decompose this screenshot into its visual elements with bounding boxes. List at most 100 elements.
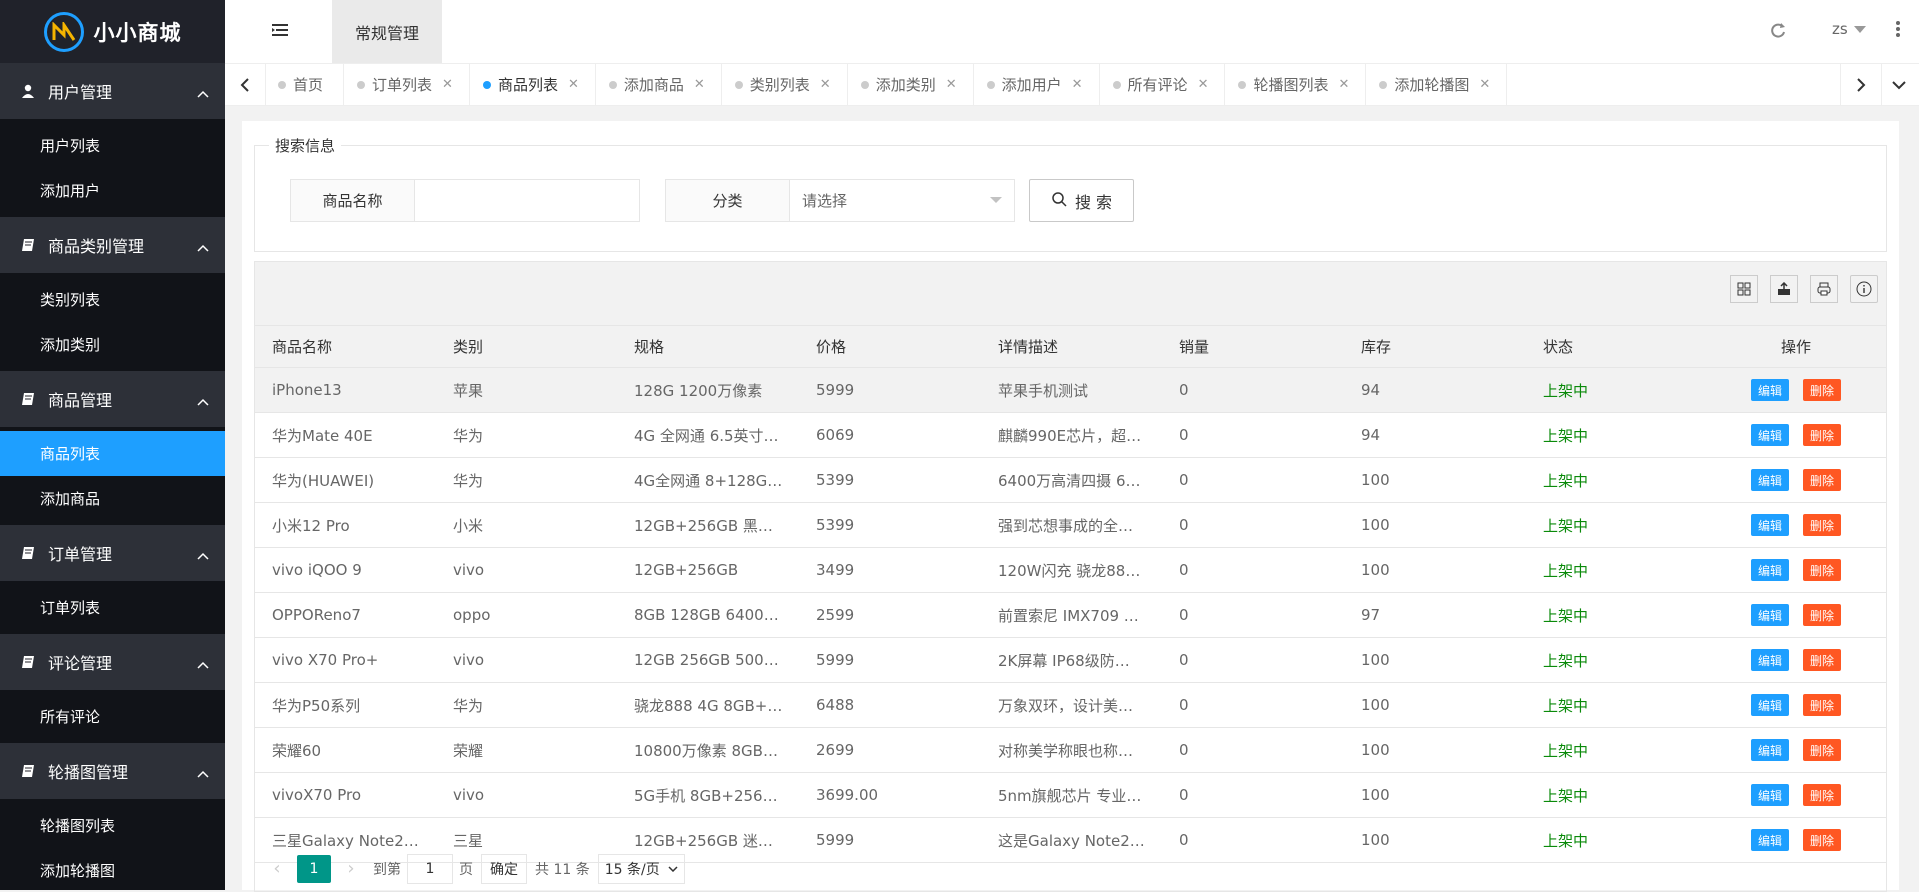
column-header[interactable]: 规格	[617, 326, 799, 367]
sidebar-item[interactable]: 类别列表	[0, 277, 225, 322]
column-header[interactable]: 商品名称	[255, 326, 436, 367]
edit-button[interactable]: 编辑	[1750, 559, 1789, 581]
table-row[interactable]: OPPOReno7 oppo 8GB 128GB 6400… 2599 前置索尼 IMX…	[255, 593, 1886, 638]
page-tab[interactable]: 轮播图列表 ✕	[1225, 64, 1367, 105]
sidebar-group-header[interactable]: 轮播图管理	[0, 743, 225, 799]
cell-sales-text: 0	[1179, 561, 1189, 579]
delete-button[interactable]: 删除	[1803, 694, 1842, 716]
close-icon[interactable]: ✕	[442, 77, 453, 92]
close-icon[interactable]: ✕	[694, 77, 705, 92]
brand-name: 小小商城	[93, 20, 182, 45]
table-row[interactable]: vivo iQOO 9 vivo 12GB+256GB 3499 120W闪充 骁龙88…	[255, 548, 1886, 593]
page-tab[interactable]: 添加商品 ✕	[596, 64, 722, 105]
table-row[interactable]: 小米12 Pro 小米 12GB+256GB 黑… 5399 强到芯想事成的全… 0 100…	[255, 503, 1886, 548]
table-row[interactable]: vivo X70 Pro+ vivo 12GB 256GB 500… 5999 2K屏幕…	[255, 638, 1886, 683]
sidebar-item[interactable]: 添加轮播图	[0, 848, 225, 890]
column-header[interactable]: 详情描述	[981, 326, 1162, 367]
page-tab[interactable]: 订单列表 ✕	[344, 64, 470, 105]
page-tab[interactable]: 类别列表 ✕	[722, 64, 848, 105]
goto-page-input[interactable]: 1	[407, 853, 453, 884]
export-icon[interactable]	[1770, 275, 1798, 303]
table-row[interactable]: iPhone13 苹果 128G 1200万像素 5999 苹果手机测试 0 94 上架中 编辑…	[255, 368, 1886, 413]
edit-button[interactable]: 编辑	[1750, 649, 1789, 671]
edit-button[interactable]: 编辑	[1750, 784, 1789, 806]
edit-button[interactable]: 编辑	[1750, 739, 1789, 761]
column-header[interactable]: 类别	[436, 326, 617, 367]
table-row[interactable]: vivoX70 Pro vivo 5G手机 8GB+256… 3699.00 5nm旗舰…	[255, 773, 1886, 818]
delete-button[interactable]: 删除	[1803, 604, 1842, 626]
sidebar-item[interactable]: 添加类别	[0, 322, 225, 367]
column-header[interactable]: 操作	[1706, 326, 1886, 367]
next-page-icon[interactable]: ›	[339, 858, 363, 879]
tabs-dropdown-icon[interactable]	[1879, 64, 1919, 105]
close-icon[interactable]: ✕	[1479, 77, 1490, 92]
sidebar-group-header[interactable]: 商品管理	[0, 371, 225, 427]
sidebar-item[interactable]: 用户列表	[0, 123, 225, 168]
product-name-input[interactable]	[415, 180, 639, 221]
page-tab[interactable]: 所有评论 ✕	[1100, 64, 1226, 105]
search-button[interactable]: 搜 索	[1029, 179, 1134, 222]
close-icon[interactable]: ✕	[568, 77, 579, 92]
delete-button[interactable]: 删除	[1803, 784, 1842, 806]
menu-toggle-icon[interactable]	[272, 22, 288, 38]
column-header[interactable]: 状态	[1526, 326, 1706, 367]
prev-page-icon[interactable]: ‹	[265, 858, 289, 879]
table-row[interactable]: 华为P50系列 华为 骁龙888 4G 8GB+… 6488 万象双环，设计美… 0 100…	[255, 683, 1886, 728]
column-header[interactable]: 销量	[1162, 326, 1344, 367]
sidebar-group-header[interactable]: 用户管理	[0, 63, 225, 119]
sidebar-group-header[interactable]: 评论管理	[0, 634, 225, 690]
more-vertical-icon[interactable]	[1895, 20, 1901, 42]
page-tab[interactable]: 添加用户 ✕	[974, 64, 1100, 105]
sidebar-item[interactable]: 添加商品	[0, 476, 225, 521]
close-icon[interactable]: ✕	[1338, 77, 1349, 92]
edit-button[interactable]: 编辑	[1750, 514, 1789, 536]
delete-button[interactable]: 删除	[1803, 559, 1842, 581]
close-icon[interactable]: ✕	[1198, 77, 1209, 92]
page-tab[interactable]: 添加轮播图 ✕	[1366, 64, 1508, 105]
current-page[interactable]: 1	[297, 854, 331, 883]
column-header[interactable]: 库存	[1344, 326, 1526, 367]
sidebar-group-header[interactable]: 商品类别管理	[0, 217, 225, 273]
edit-button[interactable]: 编辑	[1750, 424, 1789, 446]
close-icon[interactable]: ✕	[820, 77, 831, 92]
page-tab[interactable]: 添加类别 ✕	[848, 64, 974, 105]
sidebar-item[interactable]: 订单列表	[0, 585, 225, 630]
sidebar-group-header[interactable]: 订单管理	[0, 525, 225, 581]
sidebar-item[interactable]: 所有评论	[0, 694, 225, 739]
delete-button[interactable]: 删除	[1803, 649, 1842, 671]
page-size-select[interactable]: 15 条/页	[597, 853, 685, 884]
close-icon[interactable]: ✕	[1072, 77, 1083, 92]
page-tab[interactable]: 首页	[265, 64, 345, 105]
tabs-scroll-right-icon[interactable]	[1840, 64, 1882, 105]
delete-button[interactable]: 删除	[1803, 424, 1842, 446]
sidebar-item[interactable]: 轮播图列表	[0, 803, 225, 848]
table-row[interactable]: 华为Mate 40E 华为 4G 全网通 6.5英寸… 6069 麒麟990E芯片，超……	[255, 413, 1886, 458]
header-tab-general[interactable]: 常规管理	[332, 0, 442, 63]
delete-button[interactable]: 删除	[1803, 514, 1842, 536]
sidebar-group-title: 订单管理	[48, 545, 113, 564]
edit-button[interactable]: 编辑	[1750, 694, 1789, 716]
cell-actions: 编辑 删除	[1706, 548, 1886, 592]
columns-filter-icon[interactable]	[1730, 275, 1758, 303]
tabs-scroll-left-icon[interactable]	[225, 64, 266, 105]
goto-confirm-button[interactable]: 确定	[481, 853, 527, 884]
delete-button[interactable]: 删除	[1803, 379, 1842, 401]
delete-button[interactable]: 删除	[1803, 739, 1842, 761]
user-menu[interactable]: zs	[1832, 20, 1866, 38]
delete-button[interactable]: 删除	[1803, 469, 1842, 491]
page-tab[interactable]: 商品列表 ✕	[470, 64, 596, 105]
sidebar-item[interactable]: 商品列表	[0, 431, 225, 476]
refresh-icon[interactable]	[1770, 21, 1786, 43]
table-row[interactable]: 荣耀60 荣耀 10800万像素 8GB… 2699 对称美学称眼也称… 0 100 上架中 编…	[255, 728, 1886, 773]
column-header[interactable]: 价格	[799, 326, 981, 367]
print-icon[interactable]	[1810, 275, 1838, 303]
edit-button[interactable]: 编辑	[1750, 469, 1789, 491]
category-select[interactable]: 请选择	[790, 180, 1014, 221]
close-icon[interactable]: ✕	[946, 77, 957, 92]
edit-button[interactable]: 编辑	[1750, 379, 1789, 401]
info-icon[interactable]	[1850, 275, 1878, 303]
logo[interactable]: 小小商城	[0, 0, 225, 63]
edit-button[interactable]: 编辑	[1750, 604, 1789, 626]
sidebar-item[interactable]: 添加用户	[0, 168, 225, 213]
table-row[interactable]: 华为(HUAWEI) 华为 4G全网通 8+128G… 5399 6400万高清四摄 6…	[255, 458, 1886, 503]
